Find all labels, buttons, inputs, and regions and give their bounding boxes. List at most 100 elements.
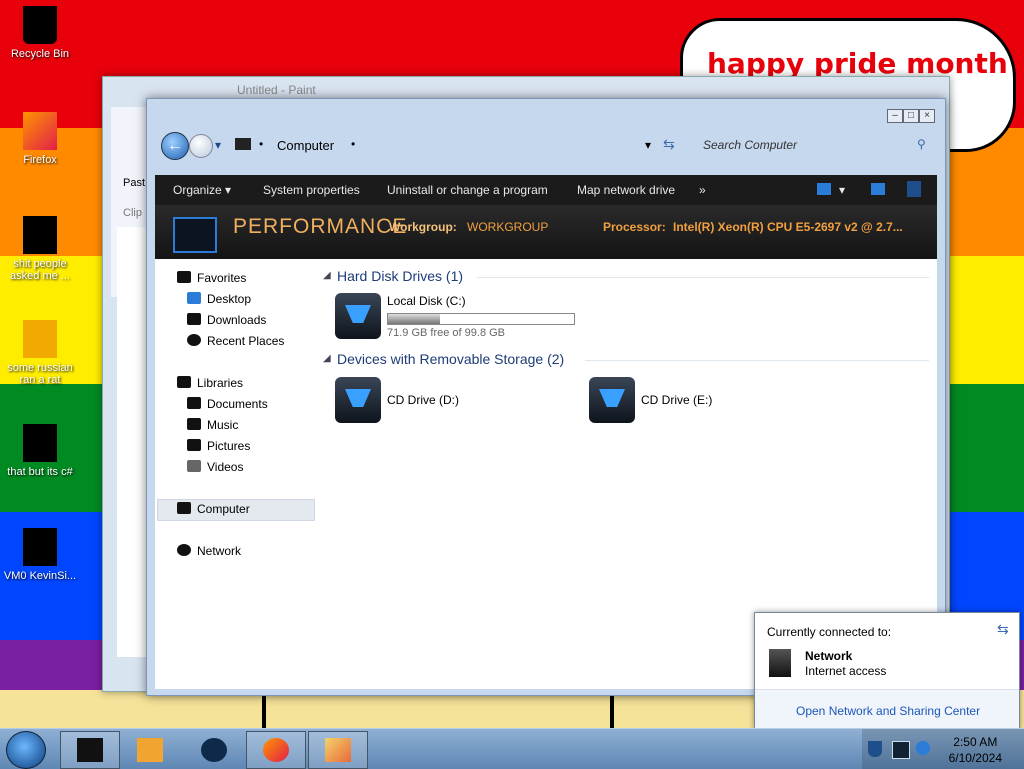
desktop-icon-firefox[interactable]: Firefox [0, 112, 80, 166]
breadcrumb-separator: • [259, 137, 264, 151]
taskbar: 2:50 AM 6/10/2024 [0, 728, 1024, 769]
network-sharing-center-link[interactable]: Open Network and Sharing Center [796, 704, 980, 718]
close-button[interactable]: × [919, 109, 935, 123]
nav-libraries[interactable]: Libraries [177, 376, 243, 390]
collapse-icon[interactable]: ◢ [323, 270, 331, 281]
taskbar-explorer-button[interactable] [60, 731, 120, 769]
drive-c-name: Local Disk (C:) [387, 294, 466, 308]
shield-icon[interactable] [868, 741, 882, 757]
desktop-icon-folder[interactable]: shit people asked me ... [0, 216, 80, 282]
recent-places-icon [187, 334, 201, 346]
breadcrumb[interactable]: Computer [277, 138, 334, 153]
organize-button[interactable]: Organize ▾ [173, 183, 231, 197]
view-options-icon[interactable] [817, 183, 831, 195]
firefox-icon [23, 112, 57, 150]
paint-title: Untitled - Paint [237, 83, 316, 97]
refresh-icon[interactable]: ⇆ [663, 136, 675, 153]
paint-paste-label[interactable]: Past [123, 177, 145, 189]
start-button[interactable] [6, 731, 46, 769]
desktop-icon-vm[interactable]: VM0 KevinSi... [0, 528, 80, 582]
taskbar-app-button[interactable] [184, 731, 244, 769]
app-icon [23, 320, 57, 358]
more-commands-button[interactable]: » [699, 183, 706, 197]
back-button[interactable]: ← [161, 132, 189, 160]
nav-computer[interactable]: Computer [177, 502, 250, 516]
documents-icon [23, 424, 57, 462]
computer-icon [173, 217, 217, 253]
flyout-footer: Open Network and Sharing Center [755, 689, 1019, 730]
hard-disk-icon [335, 293, 381, 339]
drive-d[interactable]: CD Drive (D:) [335, 377, 535, 425]
computer-name: PERFORMANCE [233, 215, 408, 238]
folder-icon [23, 216, 57, 254]
flyout-heading: Currently connected to: [767, 625, 892, 639]
group-hard-disk-drives[interactable]: Hard Disk Drives (1) [337, 268, 463, 284]
star-icon [177, 271, 191, 283]
nav-videos[interactable]: Videos [187, 460, 243, 474]
paint-canvas[interactable] [117, 227, 147, 657]
nav-pictures[interactable]: Pictures [187, 439, 250, 453]
system-properties-button[interactable]: System properties [263, 183, 360, 197]
nav-downloads[interactable]: Downloads [187, 313, 266, 327]
chevron-down-icon[interactable]: ▾ [215, 138, 221, 152]
network-icon [177, 544, 191, 556]
desktop-icon-app[interactable]: some russian ran a rat [0, 320, 80, 386]
refresh-icon[interactable]: ⇆ [997, 621, 1009, 638]
search-input[interactable]: Search Computer [703, 138, 797, 152]
clock[interactable]: 2:50 AM 6/10/2024 [949, 734, 1002, 766]
processor-label: Processor: [603, 220, 666, 234]
taskbar-media-player-button[interactable] [120, 731, 180, 769]
music-icon [187, 418, 201, 430]
cd-drive-icon [335, 377, 381, 423]
uninstall-button[interactable]: Uninstall or change a program [387, 183, 548, 197]
group-divider [585, 360, 929, 361]
network-icon [769, 649, 791, 677]
map-network-drive-button[interactable]: Map network drive [577, 183, 675, 197]
wallpaper-doodle-line [262, 690, 266, 730]
recycle-bin-icon [23, 6, 57, 44]
paint-clipboard-label: Clip [123, 207, 142, 219]
address-bar: ← ▾ • Computer • ▾ ⇆ Search Computer ⚲ [155, 129, 937, 165]
nav-recent-places[interactable]: Recent Places [187, 334, 284, 348]
taskbar-paint-button[interactable] [308, 731, 368, 769]
nav-desktop[interactable]: Desktop [187, 292, 251, 306]
nav-music[interactable]: Music [187, 418, 238, 432]
volume-icon[interactable] [916, 741, 930, 755]
collapse-icon[interactable]: ◢ [323, 353, 331, 364]
preview-pane-icon[interactable] [871, 183, 885, 195]
drive-e-name: CD Drive (E:) [641, 393, 713, 407]
videos-icon [187, 460, 201, 472]
clock-date: 6/10/2024 [948, 751, 1002, 765]
clock-time: 2:50 AM [953, 735, 998, 749]
app-icon [23, 528, 57, 566]
nav-favorites[interactable]: Favorites [177, 271, 246, 285]
breadcrumb-separator: • [351, 137, 356, 151]
notification-area: 2:50 AM 6/10/2024 [862, 729, 1024, 769]
downloads-icon [187, 313, 201, 325]
search-icon[interactable]: ⚲ [917, 137, 926, 151]
desktop-icon-documents[interactable]: that but its c# [0, 424, 80, 478]
desktop-icon [187, 292, 201, 304]
group-removable-storage[interactable]: Devices with Removable Storage (2) [337, 351, 564, 367]
nav-documents[interactable]: Documents [187, 397, 268, 411]
details-banner: PERFORMANCE Workgroup: WORKGROUP Process… [155, 205, 937, 259]
workgroup-value: WORKGROUP [467, 220, 549, 234]
explorer-window[interactable]: – □ × ← ▾ • Computer • ▾ ⇆ Search Comput… [146, 98, 946, 696]
maximize-button[interactable]: □ [903, 109, 919, 123]
chevron-down-icon[interactable]: ▾ [839, 183, 845, 197]
drive-e[interactable]: CD Drive (E:) [589, 377, 789, 425]
desktop-icon-recycle-bin[interactable]: Recycle Bin [0, 6, 80, 60]
computer-icon [177, 502, 191, 514]
network-icon[interactable] [892, 741, 910, 759]
history-dropdown-icon[interactable]: ▾ [645, 138, 651, 152]
drive-c[interactable]: Local Disk (C:) 71.9 GB free of 99.8 GB [335, 293, 595, 341]
taskbar-firefox-button[interactable] [246, 731, 306, 769]
computer-icon [235, 138, 251, 150]
minimize-button[interactable]: – [887, 109, 903, 123]
help-icon[interactable] [907, 181, 921, 197]
forward-button[interactable] [189, 134, 213, 158]
network-status: Internet access [805, 664, 887, 678]
libraries-icon [177, 376, 191, 388]
network-name: Network [805, 649, 853, 663]
nav-network[interactable]: Network [177, 544, 241, 558]
